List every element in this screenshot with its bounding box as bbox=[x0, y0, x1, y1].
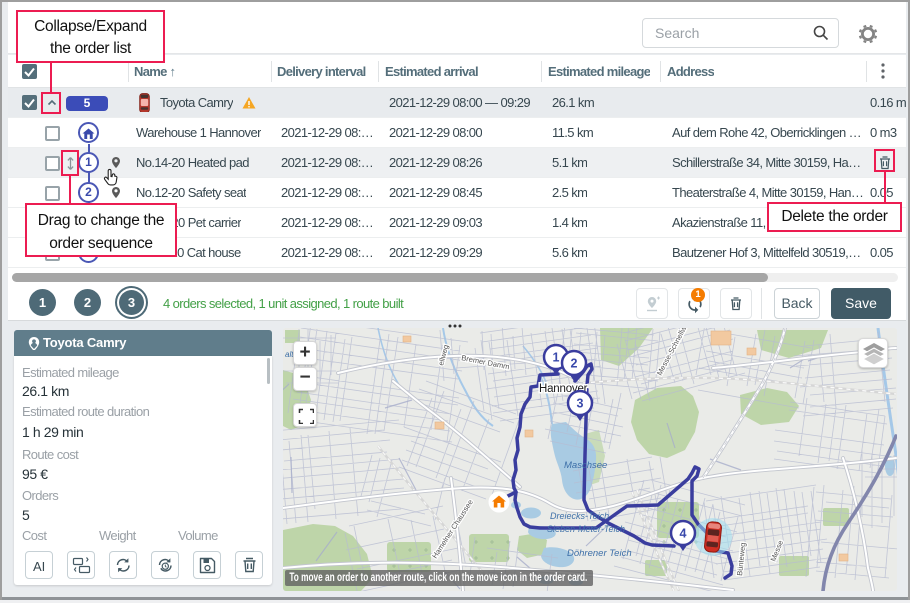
svg-text:Döhrener Teich: Döhrener Teich bbox=[567, 548, 632, 559]
svg-text:Dreiecks-Teich: Dreiecks-Teich bbox=[550, 511, 609, 521]
svg-text:AI: AI bbox=[33, 559, 45, 574]
svg-text:3: 3 bbox=[577, 397, 584, 411]
svg-text:1: 1 bbox=[553, 351, 560, 365]
svg-text:Sieben-Meter-Teich: Sieben-Meter-Teich bbox=[547, 524, 625, 534]
svg-text:2: 2 bbox=[571, 357, 578, 371]
svg-text:Maschsee: Maschsee bbox=[564, 460, 607, 471]
svg-text:4: 4 bbox=[680, 527, 687, 541]
